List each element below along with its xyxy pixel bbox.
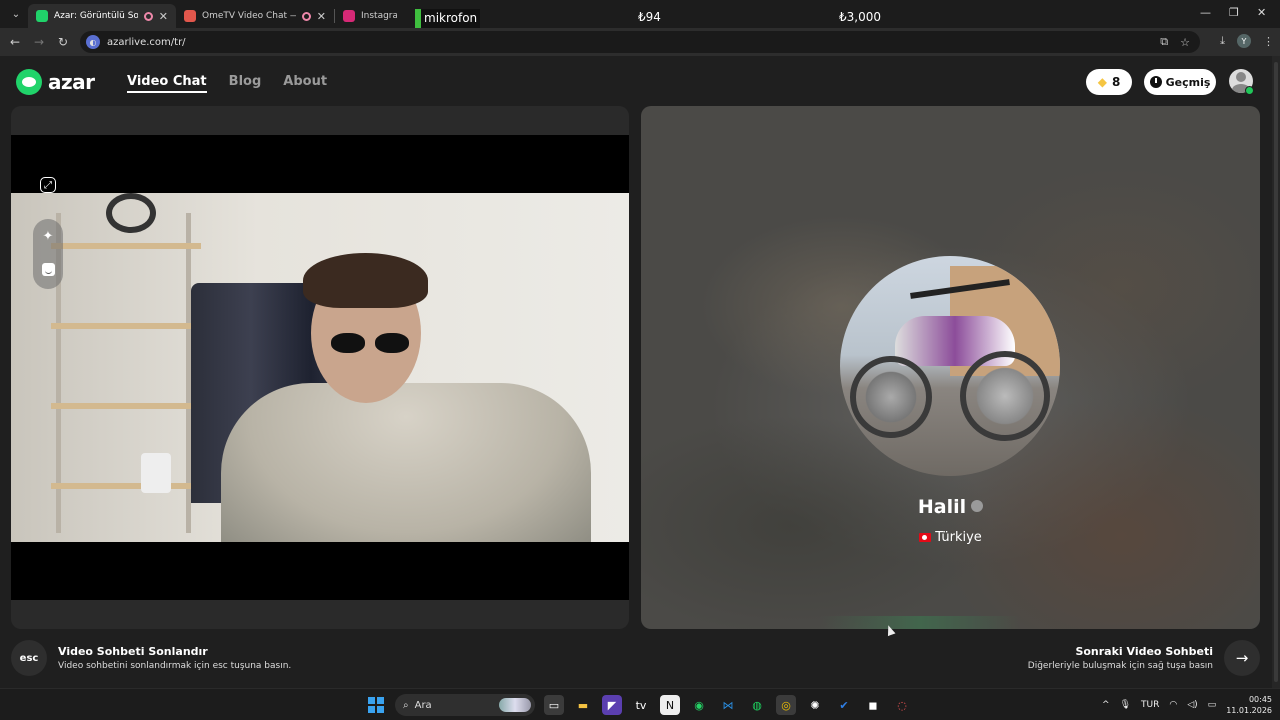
tab-instagram[interactable]: Instagram bbox=[335, 4, 405, 28]
vscode-icon[interactable]: ⋈ bbox=[718, 695, 738, 715]
maximize-icon[interactable]: ❐ bbox=[1229, 6, 1239, 19]
tab-title: OmeTV Video Chat — Ome bbox=[202, 11, 296, 21]
mic-overlay-label: mikrofon bbox=[421, 9, 481, 28]
reload-icon[interactable]: ↻ bbox=[51, 35, 75, 49]
photo-app-icon[interactable]: ◤ bbox=[602, 695, 622, 715]
end-chat-title: Video Sohbeti Sonlandır bbox=[58, 645, 208, 658]
gem-icon: ◆ bbox=[1097, 75, 1107, 89]
sparkle-effects-icon[interactable]: ✦ bbox=[37, 225, 59, 247]
bookmark-star-icon[interactable]: ☆ bbox=[1180, 36, 1190, 49]
price-overlay-a: ₺94 bbox=[638, 10, 661, 24]
taskbar-clock[interactable]: 00:45 11.01.2026 bbox=[1226, 694, 1272, 716]
nav-blog[interactable]: Blog bbox=[229, 74, 262, 93]
windows-taskbar: ⌕ Ara ▭ ▬ ◤ tv N ◉ ⋈ ◍ ◎ ✺ ✔ ◼ ◌ ^ 🎙 TUR… bbox=[0, 688, 1280, 720]
tab-azar[interactable]: Azar: Görüntülü Sohbet & V ✕ bbox=[28, 4, 176, 28]
taskbar-search[interactable]: ⌕ Ara bbox=[395, 694, 535, 716]
language-indicator[interactable]: TUR bbox=[1141, 700, 1159, 710]
instagram-favicon-icon bbox=[343, 10, 355, 22]
logo-text: azar bbox=[48, 70, 95, 94]
azar-logo[interactable]: azar bbox=[16, 69, 95, 95]
url-field[interactable]: ◐ azarlive.com/tr/ ⧉ ☆ bbox=[80, 31, 1200, 53]
chrome-icon[interactable]: ◎ bbox=[776, 695, 796, 715]
site-info-icon[interactable]: ◐ bbox=[86, 35, 100, 49]
minimize-icon[interactable]: — bbox=[1200, 6, 1211, 19]
local-video-panel: ⤢ ✦ bbox=[11, 106, 629, 629]
azar-page: azar Video Chat Blog About ◆ 8 Geçmiş ⤢ … bbox=[0, 56, 1272, 688]
remote-video-panel: Halil Türkiye bbox=[641, 106, 1260, 629]
remote-profile-country: Türkiye bbox=[935, 530, 982, 545]
task-view-icon[interactable]: ▭ bbox=[544, 695, 564, 715]
notion-icon[interactable]: N bbox=[660, 695, 680, 715]
forward-icon[interactable]: → bbox=[27, 35, 51, 49]
install-app-icon[interactable]: ⧉ bbox=[1160, 35, 1168, 49]
remote-profile-country-row: Türkiye bbox=[641, 530, 1260, 545]
remote-profile-name-row: Halil bbox=[641, 496, 1260, 518]
file-explorer-icon[interactable]: ▬ bbox=[573, 695, 593, 715]
browser-menu-icon[interactable]: ⋮ bbox=[1263, 35, 1274, 48]
todo-icon[interactable]: ✔ bbox=[834, 695, 854, 715]
next-chat-hint: Sonraki Video Sohbeti Diğerleriyle buluş… bbox=[1028, 640, 1260, 676]
azar-favicon-icon bbox=[36, 10, 48, 22]
address-bar-row: ← → ↻ ◐ azarlive.com/tr/ ⧉ ☆ ⤓ Y ⋮ bbox=[0, 28, 1280, 56]
battery-icon[interactable]: ▭ bbox=[1208, 700, 1217, 710]
recorder-app-icon[interactable]: ◌ bbox=[892, 695, 912, 715]
azar-logo-icon bbox=[16, 69, 42, 95]
gems-count: 8 bbox=[1111, 75, 1121, 89]
next-chat-title: Sonraki Video Sohbeti bbox=[1075, 645, 1213, 658]
chatgpt-icon[interactable]: ✺ bbox=[805, 695, 825, 715]
page-scrollbar[interactable] bbox=[1272, 56, 1280, 688]
wifi-icon[interactable]: ◠ bbox=[1169, 700, 1177, 710]
price-overlay-b: ₺3,000 bbox=[839, 10, 881, 24]
main-nav: Video Chat Blog About bbox=[127, 74, 327, 93]
browser-profile-icon[interactable]: Y bbox=[1237, 34, 1251, 48]
remote-profile-photo bbox=[840, 256, 1060, 476]
expand-icon[interactable]: ⤢ bbox=[40, 177, 56, 193]
end-chat-subtitle: Video sohbetini sonlandırmak için esc tu… bbox=[58, 661, 292, 671]
nav-about[interactable]: About bbox=[283, 74, 327, 93]
cube-app-icon[interactable]: ◼ bbox=[863, 695, 883, 715]
apple-tv-icon[interactable]: tv bbox=[631, 695, 651, 715]
history-button[interactable]: Geçmiş bbox=[1144, 69, 1216, 95]
search-highlight-image bbox=[499, 698, 531, 712]
clock-time: 00:45 bbox=[1248, 695, 1272, 704]
chevron-up-icon[interactable]: ^ bbox=[1102, 700, 1110, 710]
volume-icon[interactable]: ◁) bbox=[1187, 700, 1197, 710]
spotify-icon[interactable]: ◍ bbox=[747, 695, 767, 715]
url-text: azarlive.com/tr/ bbox=[107, 36, 186, 48]
verified-badge-icon bbox=[971, 499, 984, 512]
tab-title: Azar: Görüntülü Sohbet & V bbox=[54, 11, 138, 21]
local-camera-feed bbox=[11, 193, 629, 542]
clock-date: 11.01.2026 bbox=[1226, 706, 1272, 715]
start-menu-icon[interactable] bbox=[366, 695, 386, 715]
back-icon[interactable]: ← bbox=[3, 35, 27, 49]
end-chat-button[interactable]: esc bbox=[11, 640, 47, 676]
history-label: Geçmiş bbox=[1165, 75, 1211, 89]
recording-icon bbox=[143, 11, 153, 21]
system-tray: ^ 🎙 TUR ◠ ◁) ▭ 00:45 11.01.2026 bbox=[1102, 694, 1272, 716]
nav-video-chat[interactable]: Video Chat bbox=[127, 74, 207, 93]
online-status-dot bbox=[1245, 86, 1254, 95]
download-icon[interactable]: ⤓ bbox=[1220, 34, 1225, 48]
tab-search-menu-icon[interactable]: ⌄ bbox=[4, 2, 28, 26]
recording-icon bbox=[301, 11, 311, 21]
search-icon: ⌕ bbox=[403, 699, 409, 711]
microphone-icon[interactable]: 🎙 bbox=[1120, 700, 1131, 710]
close-window-icon[interactable]: ✕ bbox=[1257, 6, 1266, 19]
mic-overlay: mikrofon bbox=[415, 9, 481, 28]
turkey-flag-icon bbox=[919, 533, 932, 542]
tab-title: Instagram bbox=[361, 11, 397, 21]
tab-ometv[interactable]: OmeTV Video Chat — Ome ✕ bbox=[176, 4, 334, 28]
ometv-favicon-icon bbox=[184, 10, 196, 22]
close-tab-icon[interactable]: ✕ bbox=[159, 10, 168, 23]
end-chat-hint: esc Video Sohbeti Sonlandır Video sohbet… bbox=[11, 640, 291, 676]
gems-button[interactable]: ◆ 8 bbox=[1086, 69, 1132, 95]
remote-profile-name: Halil bbox=[917, 496, 967, 518]
clock-icon bbox=[1149, 76, 1162, 88]
next-chat-subtitle: Diğerleriyle buluşmak için sağ tuşa bası… bbox=[1027, 661, 1213, 671]
close-tab-icon[interactable]: ✕ bbox=[317, 10, 326, 23]
face-filter-icon[interactable] bbox=[37, 258, 59, 280]
next-chat-arrow-icon[interactable]: → bbox=[1224, 640, 1260, 676]
whatsapp-icon[interactable]: ◉ bbox=[689, 695, 709, 715]
search-placeholder: Ara bbox=[414, 699, 432, 711]
